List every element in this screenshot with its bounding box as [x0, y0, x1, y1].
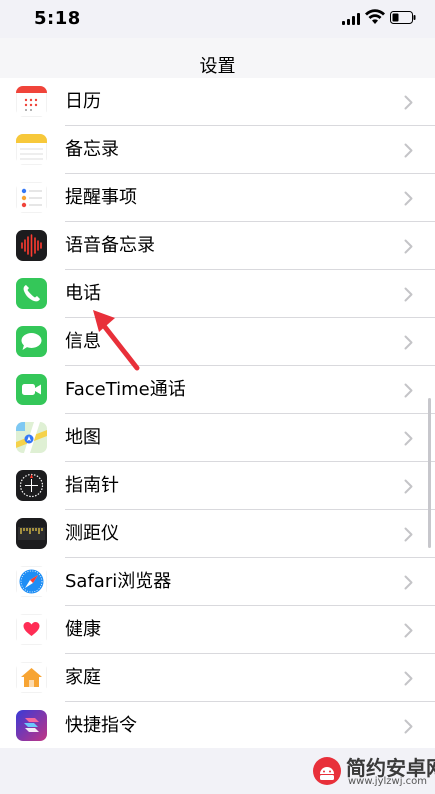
- chevron-right-icon: [404, 383, 413, 398]
- compass-icon: [16, 470, 47, 501]
- chevron-right-icon: [404, 623, 413, 638]
- settings-row-label: 备忘录: [65, 139, 119, 160]
- settings-row-label: 测距仪: [65, 523, 119, 544]
- android-logo-icon: [313, 757, 341, 785]
- chevron-right-icon: [404, 191, 413, 206]
- wifi-icon: [365, 9, 385, 24]
- chevron-right-icon: [404, 335, 413, 350]
- chevron-right-icon: [404, 479, 413, 494]
- maps-icon: [16, 422, 47, 453]
- settings-row-notes[interactable]: 备忘录: [0, 126, 435, 174]
- battery-icon: [390, 11, 416, 24]
- measure-icon: [16, 518, 47, 549]
- watermark: 简约安卓网 www.jylzwj.com: [300, 748, 435, 794]
- calendar-icon: [16, 86, 47, 117]
- settings-row-home[interactable]: 家庭: [0, 654, 435, 702]
- settings-row-voice-memos[interactable]: 语音备忘录: [0, 222, 435, 270]
- settings-row-label: 健康: [65, 619, 101, 640]
- chevron-right-icon: [404, 719, 413, 734]
- settings-row-reminders[interactable]: 提醒事项: [0, 174, 435, 222]
- cellular-signal-icon: [342, 13, 360, 25]
- settings-row-label: 指南针: [65, 475, 119, 496]
- settings-row-label: FaceTime通话: [65, 379, 186, 400]
- messages-icon: [16, 326, 47, 357]
- chevron-right-icon: [404, 671, 413, 686]
- settings-row-label: 日历: [65, 91, 101, 112]
- settings-row-label: 语音备忘录: [65, 235, 155, 256]
- reminders-icon: [16, 182, 47, 213]
- watermark-url: www.jylzwj.com: [348, 776, 428, 787]
- home-icon: [16, 662, 47, 693]
- status-time: 5:18: [34, 8, 81, 29]
- chevron-right-icon: [404, 575, 413, 590]
- health-icon: [16, 614, 47, 645]
- scroll-indicator[interactable]: [428, 398, 431, 548]
- chevron-right-icon: [404, 431, 413, 446]
- settings-row-measure[interactable]: 测距仪: [0, 510, 435, 558]
- settings-row-maps[interactable]: 地图: [0, 414, 435, 462]
- settings-row-label: 快捷指令: [65, 715, 137, 736]
- chevron-right-icon: [404, 95, 413, 110]
- voice-memos-icon: [16, 230, 47, 261]
- settings-row-messages[interactable]: 信息: [0, 318, 435, 366]
- phone-icon: [16, 278, 47, 309]
- settings-row-phone[interactable]: 电话: [0, 270, 435, 318]
- safari-icon: [16, 566, 47, 597]
- settings-row-compass[interactable]: 指南针: [0, 462, 435, 510]
- settings-row-label: 提醒事项: [65, 187, 137, 208]
- settings-row-calendar[interactable]: 日历: [0, 78, 435, 126]
- chevron-right-icon: [404, 143, 413, 158]
- page-title: 设置: [199, 56, 236, 77]
- notes-icon: [16, 134, 47, 165]
- shortcuts-icon: [16, 710, 47, 741]
- chevron-right-icon: [404, 527, 413, 542]
- status-bar: 5:18: [0, 0, 435, 38]
- settings-row-facetime[interactable]: FaceTime通话: [0, 366, 435, 414]
- settings-row-safari[interactable]: Safari浏览器: [0, 558, 435, 606]
- settings-row-label: Safari浏览器: [65, 571, 172, 592]
- settings-list[interactable]: 日历 备忘录 提醒事项 语音备忘录 电话 信息 FaceTime通话 地图 指南…: [0, 78, 435, 748]
- settings-row-label: 家庭: [65, 667, 101, 688]
- settings-row-label: 地图: [65, 427, 101, 448]
- settings-row-shortcuts[interactable]: 快捷指令: [0, 702, 435, 748]
- chevron-right-icon: [404, 287, 413, 302]
- annotation-arrow-icon: [93, 310, 140, 371]
- settings-row-health[interactable]: 健康: [0, 606, 435, 654]
- chevron-right-icon: [404, 239, 413, 254]
- facetime-icon: [16, 374, 47, 405]
